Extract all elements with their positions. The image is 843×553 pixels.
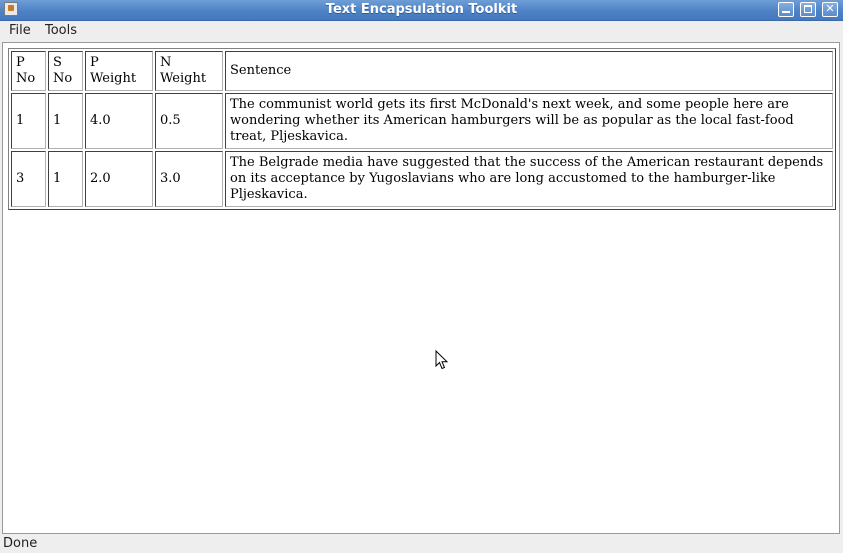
- status-text: Done: [3, 536, 38, 551]
- header-n-weight: N Weight: [155, 51, 223, 91]
- minimize-button[interactable]: [778, 2, 794, 17]
- minimize-icon: [782, 11, 790, 13]
- results-table: P No S No P Weight N Weight Sentence 1 1…: [8, 48, 836, 210]
- cell-s-no: 1: [48, 93, 83, 149]
- cell-s-no: 1: [48, 151, 83, 207]
- menu-file[interactable]: File: [9, 21, 31, 41]
- table-row: 3 1 2.0 3.0 The Belgrade media have sugg…: [11, 151, 833, 207]
- results-pane[interactable]: P No S No P Weight N Weight Sentence 1 1…: [2, 42, 840, 534]
- menu-tools[interactable]: Tools: [45, 21, 77, 41]
- cell-n-weight: 3.0: [155, 151, 223, 207]
- table-header-row: P No S No P Weight N Weight Sentence: [11, 51, 833, 91]
- status-bar: Done: [0, 535, 843, 553]
- mouse-pointer-icon: [435, 350, 449, 370]
- header-p-weight: P Weight: [85, 51, 153, 91]
- title-bar[interactable]: Text Encapsulation Toolkit ✕: [0, 0, 843, 21]
- maximize-button[interactable]: [800, 2, 816, 17]
- header-s-no: S No: [48, 51, 83, 91]
- cell-sentence: The Belgrade media have suggested that t…: [225, 151, 833, 207]
- menu-bar: File Tools: [0, 21, 843, 41]
- cell-p-weight: 4.0: [85, 93, 153, 149]
- app-window: Text Encapsulation Toolkit ✕ File Tools …: [0, 0, 843, 553]
- maximize-icon: [804, 5, 812, 13]
- cell-p-no: 3: [11, 151, 46, 207]
- header-p-no: P No: [11, 51, 46, 91]
- close-icon: ✕: [825, 2, 835, 15]
- table-row: 1 1 4.0 0.5 The communist world gets its…: [11, 93, 833, 149]
- cell-p-no: 1: [11, 93, 46, 149]
- close-button[interactable]: ✕: [822, 2, 838, 17]
- cell-p-weight: 2.0: [85, 151, 153, 207]
- cell-n-weight: 0.5: [155, 93, 223, 149]
- header-sentence: Sentence: [225, 51, 833, 91]
- window-title: Text Encapsulation Toolkit: [325, 2, 518, 17]
- cell-sentence: The communist world gets its first McDon…: [225, 93, 833, 149]
